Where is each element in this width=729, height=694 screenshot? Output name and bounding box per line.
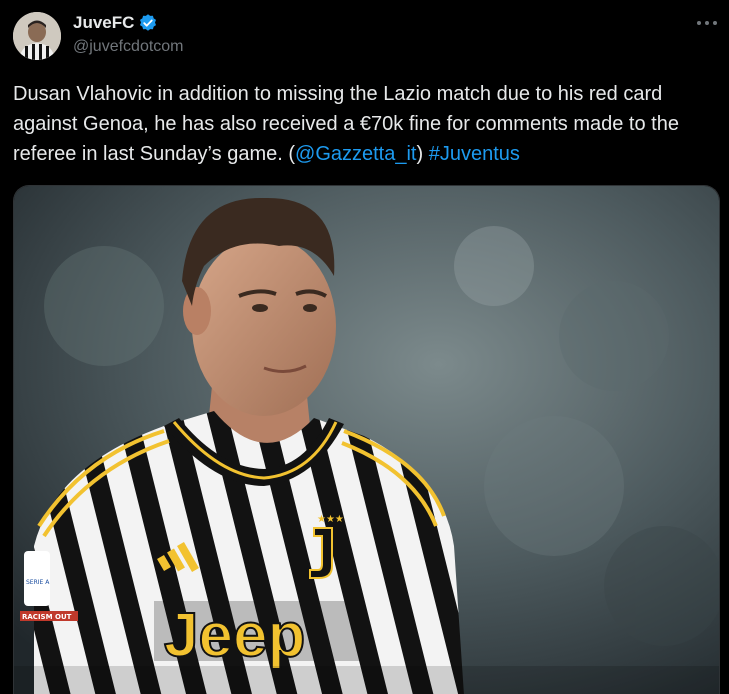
svg-text:★★★: ★★★ — [317, 514, 344, 525]
avatar[interactable] — [13, 12, 61, 60]
sleeve-patch: SERIE A — [26, 579, 50, 586]
tweet-header: JuveFC @juvefcdotcom — [73, 12, 184, 56]
profile-avatar — [13, 12, 61, 60]
mention-link[interactable]: @Gazzetta_it — [295, 143, 416, 165]
author-handle[interactable]: @juvefcdotcom — [73, 38, 184, 56]
tweet-text-mid: ) — [416, 143, 429, 165]
player-photo: ★★★ Jeep SERIE A RACISM OUT — [14, 186, 719, 694]
sponsor-logo: Jeep — [164, 601, 305, 670]
more-options-button[interactable] — [690, 10, 724, 36]
verified-badge-icon — [138, 13, 158, 33]
tweet: JuveFC @juvefcdotcom Dusan Vlahovic in a… — [0, 0, 729, 694]
sleeve-text: RACISM OUT — [22, 613, 72, 621]
tweet-photo[interactable]: ★★★ Jeep SERIE A RACISM OUT — [13, 185, 720, 694]
tweet-text: Dusan Vlahovic in addition to missing th… — [13, 79, 703, 169]
author-name[interactable]: JuveFC — [73, 13, 134, 33]
hashtag-link[interactable]: #Juventus — [429, 143, 520, 165]
name-row: JuveFC — [73, 12, 184, 34]
more-options-icon — [697, 21, 717, 25]
